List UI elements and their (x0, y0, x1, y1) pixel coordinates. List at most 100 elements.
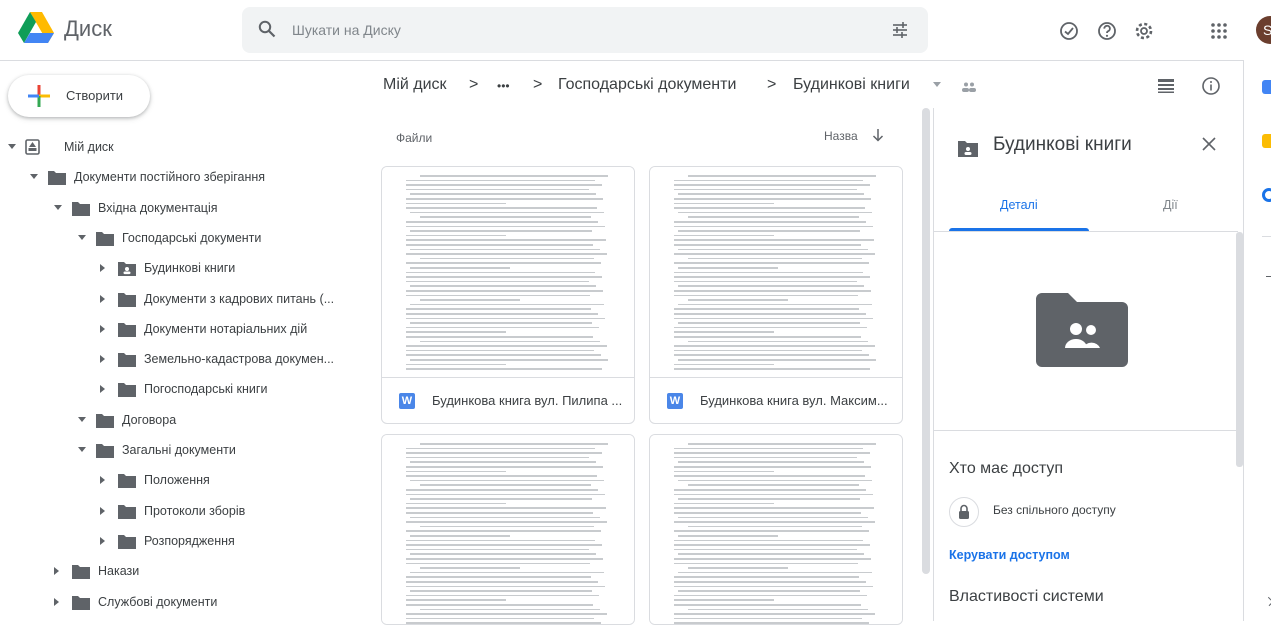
tree-item[interactable]: Розпорядження (0, 528, 350, 558)
breadcrumb-dropdown-icon[interactable] (933, 82, 941, 87)
document-text-line (410, 193, 596, 195)
tree-item-label: Положення (144, 473, 210, 488)
document-text-line (674, 558, 871, 560)
tree-item[interactable]: Загальні документи (0, 437, 350, 467)
file-card[interactable]: W Будинкова книга вул. Пилипа ... (381, 166, 635, 424)
document-text-line (674, 604, 861, 606)
expand-right-icon[interactable] (100, 476, 105, 485)
document-text-line (406, 539, 595, 542)
list-view-icon[interactable] (1158, 79, 1174, 93)
breadcrumb-current[interactable]: Будинкові книги (793, 76, 910, 94)
document-text-line (406, 207, 597, 209)
document-text-line (674, 331, 774, 333)
tree-item[interactable]: Документи постійного зберігання (0, 164, 350, 194)
tree-item[interactable]: Службові документи (0, 589, 350, 619)
tree-item[interactable]: Документи нотаріальних дій (0, 316, 350, 346)
close-icon[interactable] (1201, 136, 1217, 152)
document-text-line (420, 443, 608, 445)
tree-item[interactable]: Мій диск (0, 134, 350, 164)
document-text-line (406, 234, 506, 237)
document-text-line (674, 336, 861, 338)
expand-right-icon[interactable] (100, 324, 105, 333)
expand-right-icon[interactable] (100, 385, 105, 394)
tree-item[interactable]: Протоколи зборів (0, 498, 350, 528)
drive-logo-icon[interactable] (18, 12, 54, 44)
document-text-line (674, 290, 871, 292)
details-scrollbar[interactable] (1236, 232, 1243, 467)
sort-arrow-down-icon[interactable] (872, 128, 884, 142)
expand-right-icon[interactable] (100, 355, 105, 364)
file-preview-thumbnail (382, 435, 634, 624)
expand-right-icon[interactable] (100, 506, 105, 515)
document-text-line (674, 576, 859, 578)
files-scrollbar[interactable] (922, 108, 930, 574)
preview-divider (933, 430, 1238, 431)
search-input[interactable] (290, 16, 854, 44)
settings-icon[interactable] (1133, 20, 1155, 42)
add-addon-icon[interactable] (1266, 276, 1271, 277)
system-properties-heading: Властивості системи (949, 588, 1104, 605)
tree-item[interactable]: Будинкові книги (0, 255, 350, 285)
apps-grid-icon[interactable] (1208, 20, 1230, 42)
offline-icon[interactable] (1058, 20, 1080, 42)
expand-right-icon[interactable] (100, 536, 105, 545)
calendar-addon-icon[interactable] (1262, 80, 1271, 94)
document-text-line (674, 452, 870, 454)
tree-item[interactable]: Положення (0, 467, 350, 497)
expand-down-icon[interactable] (8, 144, 16, 149)
expand-down-icon[interactable] (30, 174, 38, 180)
document-text-line (678, 571, 872, 574)
expand-right-icon[interactable] (54, 567, 59, 576)
document-text-line (674, 345, 875, 347)
expand-right-icon[interactable] (54, 597, 59, 606)
tree-item[interactable]: Документи з кадрових питань (... (0, 286, 350, 316)
document-text-line (688, 567, 788, 569)
document-text-line (674, 447, 863, 450)
search-icon[interactable] (258, 20, 276, 38)
file-card-footer: W Будинкова книга вул. Максим... (650, 377, 902, 423)
document-text-line (406, 239, 606, 241)
info-icon[interactable] (1201, 76, 1221, 96)
expand-down-icon[interactable] (78, 447, 86, 452)
document-text-line (406, 225, 605, 228)
tree-item[interactable]: Накази (0, 558, 350, 588)
breadcrumb-parent[interactable]: Господарські документи (558, 76, 736, 94)
help-icon[interactable] (1096, 20, 1118, 42)
breadcrumb-root[interactable]: Мій диск (383, 76, 447, 94)
expand-down-icon[interactable] (78, 234, 86, 240)
sort-by-name-button[interactable]: Назва (824, 129, 858, 143)
file-card[interactable]: W Будинкова книга вул. Максим... (649, 166, 903, 424)
file-card[interactable] (381, 434, 635, 625)
document-text-line (688, 484, 859, 486)
document-text-line (674, 530, 869, 532)
tree-item[interactable]: Вхідна документація (0, 195, 350, 225)
expand-down-icon[interactable] (78, 416, 86, 422)
word-doc-icon: W (399, 393, 415, 409)
manage-access-link[interactable]: Керувати доступом (949, 548, 1070, 562)
document-text-line (406, 221, 598, 223)
expand-right-icon[interactable] (100, 294, 105, 303)
document-text-line (674, 188, 857, 191)
document-text-line (406, 271, 595, 274)
tasks-addon-icon[interactable] (1262, 188, 1271, 202)
breadcrumb-ellipsis[interactable]: ••• (497, 79, 510, 93)
file-card[interactable] (649, 434, 903, 625)
keep-addon-icon[interactable] (1262, 134, 1271, 148)
create-button[interactable]: Створити (8, 75, 150, 117)
tab-activity[interactable]: Дії (1163, 198, 1178, 212)
document-text-line (410, 211, 604, 214)
sharing-status: Без спільного доступу (993, 503, 1116, 517)
document-text-line (674, 539, 863, 542)
tree-item[interactable]: Договора (0, 407, 350, 437)
expand-down-icon[interactable] (54, 204, 62, 210)
tab-details[interactable]: Деталі (1000, 198, 1038, 212)
document-text-line (406, 548, 589, 551)
tree-item[interactable]: Погосподарські книги (0, 376, 350, 406)
document-text-line (674, 622, 869, 624)
document-text-line (420, 175, 608, 177)
document-text-line (678, 230, 860, 232)
tree-item[interactable]: Господарські документи (0, 225, 350, 255)
search-options-icon[interactable] (890, 20, 910, 40)
tree-item[interactable]: Земельно-кадастрова докумен... (0, 346, 350, 376)
expand-right-icon[interactable] (100, 264, 105, 273)
